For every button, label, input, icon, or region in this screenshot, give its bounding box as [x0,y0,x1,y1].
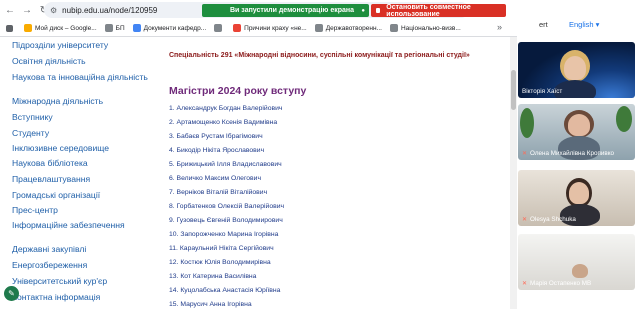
bookmark-national-liberation[interactable]: Національно-визв... [389,24,461,32]
stop-sharing-button[interactable]: Остановить совместное использование [371,3,506,18]
mic-muted-icon: ✕ [522,217,528,223]
graduate-item: 13. Кот Катерина Василівна [169,273,257,280]
bookmark-label: Державотворенн... [325,24,382,32]
more-bookmarks-icon[interactable]: » [497,22,502,32]
folder-icon [104,24,113,32]
graduate-item: 2. Артамощенко Ксенія Вадимівна [169,119,278,126]
bookmark-state-building[interactable]: Державотворенн... [314,24,382,32]
bookmark-google-drive[interactable]: Мой диск – Google... [24,24,97,32]
participant-name: ✕ Марія Остапенко МВ [522,280,592,287]
participant-face [568,114,590,136]
graduate-item: 3. Бабаєв Рустам Ібрагімович [169,133,263,140]
site-info-icon[interactable]: ⚙ [50,6,57,15]
graduate-item: 8. Горбатенков Олексій Валерійович [169,203,285,210]
participant-name: ✕ Olesya Shchuka [522,216,576,223]
partial-text: ert [539,20,548,29]
bookmark-folder[interactable] [214,24,225,32]
participant-face [569,182,589,204]
sidebar-item-research[interactable]: Наукова та інноваційна діяльність [12,72,160,82]
graduate-item: 10. Запорожченко Марина Ігорівна [169,231,279,238]
graduate-item: 14. Куцолабська Анастасія Юріївна [169,287,281,294]
participant-face [572,264,588,278]
sidebar-item-international[interactable]: Міжнародна діяльність [12,96,160,106]
folder-icon [214,24,223,32]
bookmark-label: Документи кафедр... [143,24,207,32]
bookmark-label: Мой диск – Google... [35,24,97,32]
sidebar-item-energy[interactable]: Енергозбереження [12,260,160,270]
sidebar-item-employment[interactable]: Працевлаштування [12,174,160,184]
sidebar-item-applicants[interactable]: Вступнику [12,112,160,122]
page-heading: Магістри 2024 року вступу [169,85,307,97]
page-scrollbar[interactable] [510,37,517,309]
screen-share-banner: Ви запустили демонстрацію екрана ● [202,4,369,17]
page-edge-strip: ert English ▾ [517,0,640,37]
graduate-item: 7. Верніков Віталій Віталійович [169,189,268,196]
graduate-item: 4. Бикодір Нікіта Ярославович [169,147,265,154]
stop-icon [376,8,381,13]
edit-pencil-icon[interactable]: ✎ [4,286,19,301]
bookmarks-bar: Мой диск – Google... БП Документи кафедр… [0,20,517,37]
plant-decor [616,106,632,132]
video-tile[interactable]: ✕ Олена Михайлівна Кропивко [518,104,635,160]
video-tile[interactable]: ✕ Марія Остапенко МВ [518,234,635,290]
graduate-item: 1. Александрук Богдан Валерійович [169,105,283,112]
sidebar-item-inclusive[interactable]: Інклюзивне середовище [12,143,160,153]
forward-icon[interactable]: → [20,2,34,18]
web-page: Підрозділи університету Освітня діяльніс… [0,37,517,309]
mic-muted-icon: ✕ [522,281,528,287]
youtube-icon [233,24,242,32]
video-tile[interactable]: ✕ Olesya Shchuka [518,170,635,226]
docs-icon [132,24,141,32]
video-tile[interactable]: Вікторія Хаїст [518,42,635,98]
pin-icon[interactable]: ● [361,8,365,14]
sidebar-item-courier[interactable]: Університетський кур'єр [12,276,160,286]
graduate-item: 11. Караульний Нікіта Сергійович [169,245,274,252]
graduate-item: 5. Брижицький Ілля Владиславович [169,161,282,168]
participant-name: Вікторія Хаїст [522,88,563,95]
bookmark-label: Причини краху «не... [244,24,307,32]
bookmark-label: Національно-визв... [400,24,461,32]
graduate-item: 9. Гузовець Євгеній Володимирович [169,217,283,224]
graduate-item: 15. Марусич Анна Ігорівна [169,301,252,308]
sidebar-item-press[interactable]: Прес-центр [12,205,160,215]
mic-muted-icon: ✕ [522,151,528,157]
graduate-item: 12. Костюк Юлія Володимирівна [169,259,271,266]
share-message: Ви запустили демонстрацію екрана [230,7,355,14]
sidebar-item-public-orgs[interactable]: Громадські організації [12,190,160,200]
bookmark-department-docs[interactable]: Документи кафедр... [132,24,207,32]
bookmark-apps[interactable] [6,24,16,32]
language-selector[interactable]: English ▾ [569,20,599,29]
folder-icon [389,24,398,32]
sidebar-item-divisions[interactable]: Підрозділи університету [12,40,160,50]
back-icon[interactable]: ← [3,2,17,18]
stop-sharing-label: Остановить совместное использование [386,3,471,18]
plant-decor [520,108,534,138]
sidebar-item-contacts[interactable]: Контактна інформація [12,292,160,302]
participant-face [564,56,586,80]
sidebar-item-education[interactable]: Освітня діяльність [12,56,160,66]
sidebar-nav: Підрозділи університету Освітня діяльніс… [0,37,165,309]
sidebar-item-procurement[interactable]: Державні закупівлі [12,244,160,254]
bookmark-bp[interactable]: БП [104,24,125,32]
bookmark-label: БП [115,24,125,32]
bookmark-youtube[interactable]: Причини краху «не... [233,24,307,32]
main-content: Спеціальність 291 «Міжнародні відносини,… [165,37,510,309]
participant-name: ✕ Олена Михайлівна Кропивко [522,150,615,157]
sidebar-item-students[interactable]: Студенту [12,128,160,138]
url-text: nubip.edu.ua/node/120959 [62,5,158,15]
sidebar-item-library[interactable]: Наукова бібліотека [12,158,160,168]
scrollbar-thumb[interactable] [511,70,516,110]
sidebar-item-info-support[interactable]: Інформаційне забезпечення [12,220,160,230]
graduate-item: 6. Величко Максим Олегович [169,175,262,182]
apps-grid-icon [6,24,13,32]
specialty-title: Спеціальність 291 «Міжнародні відносини,… [169,52,470,59]
folder-icon [314,24,323,32]
google-drive-icon [24,24,32,32]
